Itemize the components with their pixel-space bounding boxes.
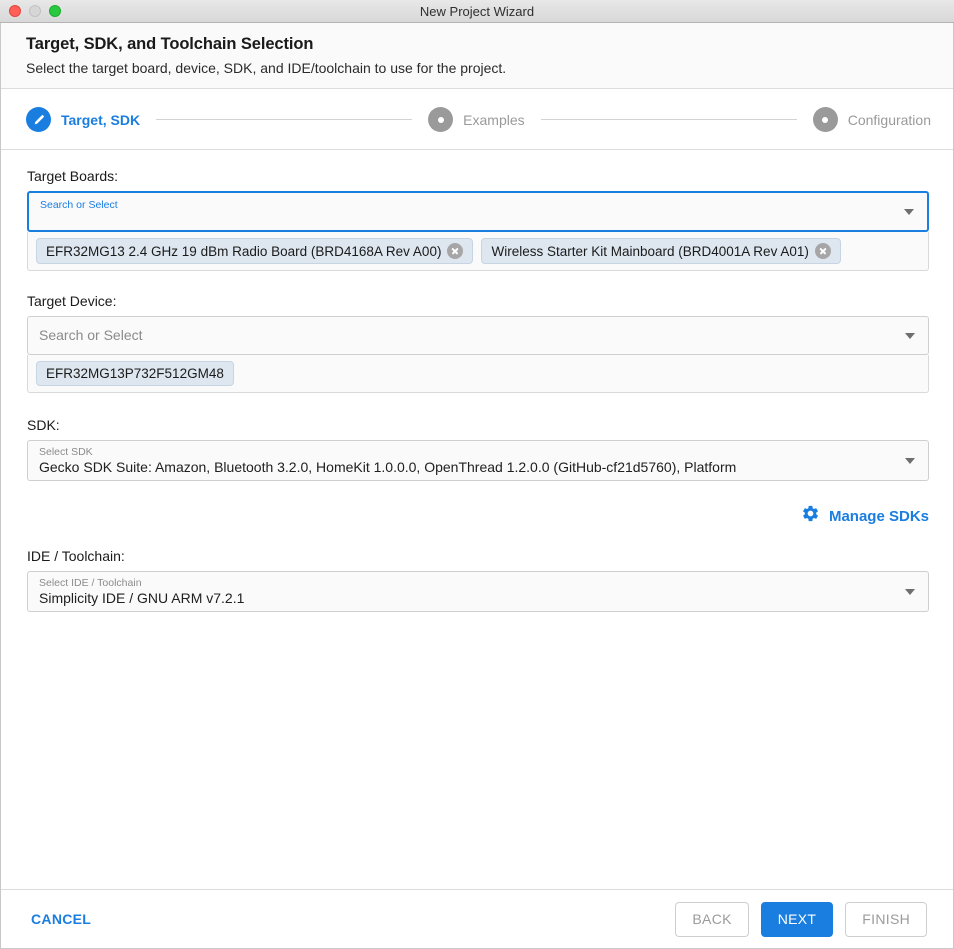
page-title: Target, SDK, and Toolchain Selection [26, 35, 314, 53]
target-boards-input[interactable]: Search or Select [27, 191, 929, 232]
chip-label: EFR32MG13P732F512GM48 [46, 366, 224, 381]
ide-toolchain-value: Simplicity IDE / GNU ARM v7.2.1 [39, 589, 245, 606]
finish-button[interactable]: FINISH [845, 901, 927, 937]
stepper-connector-2 [540, 119, 797, 120]
target-boards-placeholder: Search or Select [40, 199, 118, 211]
gear-icon[interactable] [801, 504, 820, 528]
dot-icon [812, 107, 838, 132]
step-target-sdk[interactable]: Target, SDK [26, 107, 140, 132]
step-label-target-sdk: Target, SDK [61, 111, 141, 128]
target-board-chip[interactable]: EFR32MG13 2.4 GHz 19 dBm Radio Board (BR… [36, 238, 474, 264]
target-device-input[interactable]: Search or Select [27, 316, 929, 355]
sdk-value: Gecko SDK Suite: Amazon, Bluetooth 3.2.0… [39, 458, 737, 475]
wizard-content: Target Boards: Search or Select EFR32MG1… [1, 150, 953, 889]
wizard-stepper: Target, SDK Examples Configuration [1, 89, 953, 150]
wizard-header: Target, SDK, and Toolchain Selection Sel… [1, 23, 953, 89]
target-boards-label: Target Boards: [27, 168, 119, 184]
step-examples[interactable]: Examples [428, 107, 525, 132]
close-icon[interactable] [814, 243, 831, 259]
back-button[interactable]: BACK [675, 901, 749, 937]
cancel-button[interactable]: CANCEL [31, 911, 91, 927]
step-label-configuration: Configuration [847, 111, 931, 128]
dot-icon [428, 107, 454, 132]
ide-toolchain-float-label: Select IDE / Toolchain [39, 576, 142, 589]
wizard-window: Target, SDK, and Toolchain Selection Sel… [0, 23, 954, 949]
chevron-down-icon[interactable] [905, 457, 915, 464]
step-label-examples: Examples [463, 111, 525, 128]
footer-actions: BACK NEXT FINISH [675, 901, 927, 937]
sdk-select[interactable]: Select SDK Gecko SDK Suite: Amazon, Blue… [27, 440, 929, 481]
chevron-down-icon[interactable] [905, 588, 915, 595]
target-board-chip[interactable]: Wireless Starter Kit Mainboard (BRD4001A… [481, 238, 841, 264]
target-device-chip[interactable]: EFR32MG13P732F512GM48 [36, 361, 234, 386]
wizard-footer: CANCEL BACK NEXT FINISH [1, 889, 953, 948]
minimize-button[interactable] [29, 5, 41, 17]
close-icon[interactable] [447, 243, 464, 259]
pencil-icon [26, 107, 51, 132]
target-boards-chip-tray: EFR32MG13 2.4 GHz 19 dBm Radio Board (BR… [27, 232, 929, 271]
ide-toolchain-group: IDE / Toolchain: Select IDE / Toolchain … [27, 548, 929, 612]
chevron-down-icon[interactable] [905, 332, 915, 339]
window-controls [0, 5, 61, 17]
sdk-float-label: Select SDK [39, 445, 93, 458]
stepper-connector-1 [156, 119, 413, 120]
target-boards-group: Target Boards: Search or Select EFR32MG1… [27, 168, 929, 271]
manage-sdks-row: Manage SDKs [27, 504, 929, 528]
step-configuration[interactable]: Configuration [812, 107, 931, 132]
chip-label: Wireless Starter Kit Mainboard (BRD4001A… [491, 243, 809, 259]
target-device-chip-tray: EFR32MG13P732F512GM48 [27, 355, 929, 393]
page-subtitle: Select the target board, device, SDK, an… [26, 60, 507, 76]
manage-sdks-link[interactable]: Manage SDKs [829, 508, 929, 525]
sdk-group: SDK: Select SDK Gecko SDK Suite: Amazon,… [27, 417, 929, 528]
ide-toolchain-label: IDE / Toolchain: [27, 548, 125, 564]
close-button[interactable] [9, 5, 21, 17]
target-device-label: Target Device: [27, 293, 117, 309]
ide-toolchain-select[interactable]: Select IDE / Toolchain Simplicity IDE / … [27, 571, 929, 612]
chip-label: EFR32MG13 2.4 GHz 19 dBm Radio Board (BR… [46, 243, 442, 259]
target-device-group: Target Device: Search or Select EFR32MG1… [27, 293, 929, 393]
maximize-button[interactable] [49, 5, 61, 17]
chevron-down-icon[interactable] [904, 208, 914, 215]
window-titlebar: New Project Wizard [0, 0, 954, 23]
window-title: New Project Wizard [419, 3, 535, 19]
sdk-label: SDK: [27, 417, 60, 433]
next-button[interactable]: NEXT [760, 901, 834, 937]
target-device-placeholder: Search or Select [39, 327, 143, 343]
